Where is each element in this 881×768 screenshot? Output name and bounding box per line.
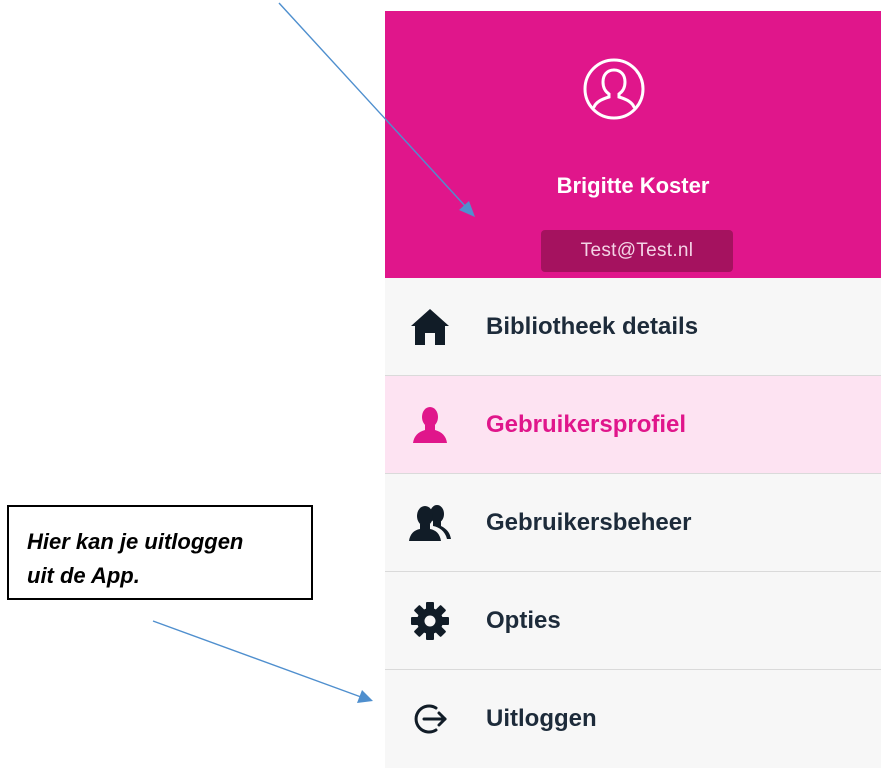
menu-item-opties[interactable]: Opties (385, 572, 881, 670)
user-email-badge: Test@Test.nl (541, 230, 733, 272)
arrow-to-logout (152, 620, 373, 703)
menu-label: Gebruikersprofiel (486, 411, 687, 438)
annotation-callout: Hier kan je uitloggen uit de App. (7, 505, 313, 600)
menu-label: Bibliotheek details (486, 313, 699, 340)
menu-item-gebruikersprofiel[interactable]: Gebruikersprofiel (385, 376, 881, 474)
menu-item-uitloggen[interactable]: Uitloggen (385, 670, 881, 768)
logout-icon (414, 704, 447, 734)
callout-line-2: uit de App. (27, 563, 140, 588)
callout-line-1: Hier kan je uitloggen (27, 529, 244, 554)
menu-item-gebruikersbeheer[interactable]: Gebruikersbeheer (385, 474, 881, 572)
user-name: Brigitte Koster (556, 173, 710, 198)
home-icon (411, 309, 449, 345)
gear-icon (411, 602, 449, 640)
menu-label: Gebruikersbeheer (486, 509, 692, 536)
menu-label: Uitloggen (486, 705, 597, 732)
user-circle-icon[interactable] (582, 57, 646, 121)
menu-item-bibliotheek-details[interactable]: Bibliotheek details (385, 278, 881, 376)
navigation-drawer: Brigitte Koster Test@Test.nl Bibliotheek… (385, 11, 881, 768)
user-icon (413, 407, 447, 443)
menu-label: Opties (486, 607, 561, 634)
callout-text: Hier kan je uitloggen uit de App. (27, 525, 307, 593)
profile-header: Brigitte Koster Test@Test.nl (385, 11, 881, 278)
users-icon (409, 505, 451, 541)
